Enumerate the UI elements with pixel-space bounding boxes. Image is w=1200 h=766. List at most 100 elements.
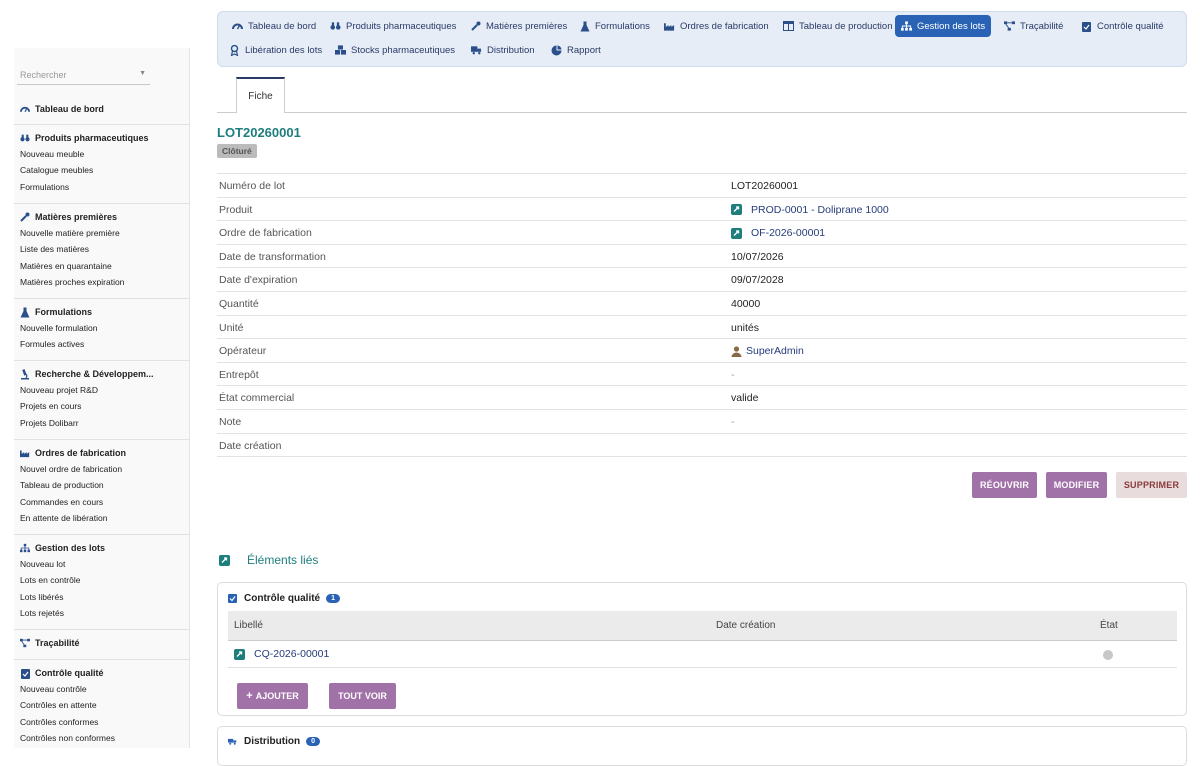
sidebar-item[interactable]: Nouvelle matière première — [14, 225, 190, 241]
sitemap-icon — [901, 21, 912, 32]
column-header-label[interactable]: Libellé — [234, 620, 263, 631]
field-value[interactable]: SuperAdmin — [731, 345, 804, 357]
nav-item-0[interactable]: Tableau de bord — [226, 15, 322, 37]
nav-item-label: Rapport — [567, 44, 601, 56]
field-row: Date d'expiration 09/07/2028 — [217, 268, 1187, 292]
field-value: - — [731, 416, 735, 428]
sidebar-section-title[interactable]: Ordres de fabrication — [14, 445, 190, 461]
linked-elements-title: Éléments liés — [219, 553, 318, 567]
nav-item-9[interactable]: Libération des lots — [223, 39, 328, 61]
nav-item-label: Libération des lots — [245, 44, 323, 56]
field-value-text: - — [731, 415, 735, 428]
nav-item-8[interactable]: Contrôle qualité — [1075, 15, 1170, 37]
field-value-text: SuperAdmin — [746, 345, 804, 358]
field-label: Quantité — [219, 297, 259, 310]
sidebar-item[interactable]: Projets Dolibarr — [14, 415, 190, 431]
field-label: Ordre de fabrication — [219, 227, 312, 240]
qc-row-link[interactable]: CQ-2026-00001 — [234, 648, 329, 660]
distribution-panel-header: Distribution 0 — [228, 736, 321, 747]
sidebar-item[interactable]: Commandes en cours — [14, 494, 190, 510]
field-row: Unité unités — [217, 316, 1187, 340]
field-value[interactable]: PROD-0001 - Doliprane 1000 — [731, 204, 889, 216]
field-value-text: 40000 — [731, 297, 761, 310]
sidebar-item[interactable]: Nouveau contrôle — [14, 681, 190, 697]
search-placeholder: Rechercher — [20, 70, 67, 80]
sidebar-item[interactable]: Matières en quarantaine — [14, 258, 190, 274]
sidebar-item[interactable]: Contrôles conformes — [14, 714, 190, 730]
binoculars-icon — [20, 133, 30, 143]
delete-button[interactable]: SUPPRIMER — [1116, 472, 1187, 498]
field-label: Unité — [219, 321, 244, 334]
sidebar-section-title[interactable]: Recherche & Développem... — [14, 366, 190, 382]
table-row[interactable]: CQ-2026-00001 — [228, 641, 1177, 668]
column-header-date[interactable]: Date création — [716, 620, 775, 631]
field-label: Date d'expiration — [219, 274, 298, 287]
sidebar-item[interactable]: Contrôles en attente — [14, 697, 190, 713]
field-value: valide — [731, 392, 758, 404]
column-header-state[interactable]: État — [1100, 620, 1118, 631]
sidebar-item[interactable]: Nouveau meuble — [14, 146, 190, 162]
nav-item-3[interactable]: Formulations — [573, 15, 656, 37]
link-object-icon — [731, 227, 742, 239]
sidebar-section-title[interactable]: Formulations — [14, 304, 190, 320]
add-button[interactable]: + AJOUTER — [237, 683, 308, 709]
sidebar-item[interactable]: Contrôles non conformes — [14, 730, 190, 746]
nav-item-11[interactable]: Distribution — [465, 39, 541, 61]
sidebar-item[interactable]: Formules actives — [14, 336, 190, 352]
tab-fiche[interactable]: Fiche — [236, 77, 285, 113]
qc-row-label[interactable]: CQ-2026-00001 — [254, 648, 329, 660]
field-label: Opérateur — [219, 345, 267, 358]
sidebar-section-title[interactable]: Produits pharmaceutiques — [14, 130, 190, 146]
sidebar-item[interactable]: Nouvelle formulation — [14, 320, 190, 336]
sidebar-section-title[interactable]: Gestion des lots — [14, 540, 190, 556]
sidebar-item[interactable]: Nouveau lot — [14, 556, 190, 572]
eyedropper-icon — [470, 21, 481, 32]
sidebar-item[interactable]: Formulations — [14, 179, 190, 195]
field-value: 10/07/2026 — [731, 251, 784, 263]
user-icon — [731, 346, 742, 357]
caret-down-icon[interactable]: ▼ — [139, 70, 146, 77]
sidebar-item[interactable]: Nouveau projet R&D — [14, 382, 190, 398]
sidebar-item[interactable]: Nouvel ordre de fabrication — [14, 461, 190, 477]
nav-item-5[interactable]: Tableau de production — [777, 15, 899, 37]
status-badge: Clôturé — [217, 144, 257, 158]
sidebar-section-title[interactable]: Tableau de bord — [14, 101, 190, 117]
nav-item-4[interactable]: Ordres de fabrication — [658, 15, 775, 37]
sidebar-item[interactable]: Projets en cours — [14, 398, 190, 414]
sidebar-item[interactable]: Lots rejetés — [14, 605, 190, 621]
sidebar-section-title[interactable]: Traçabilité — [14, 635, 190, 651]
field-row: Produit PROD-0001 - Doliprane 1000 — [217, 198, 1187, 222]
field-value: - — [731, 369, 735, 381]
nav-item-12[interactable]: Rapport — [545, 39, 607, 61]
sidebar-section-label: Matières premières — [35, 212, 118, 222]
reopen-button[interactable]: RÉOUVRIR — [972, 472, 1037, 498]
sidebar-section-title[interactable]: Matières premières — [14, 209, 190, 225]
nav-item-label: Distribution — [487, 44, 535, 56]
field-label: Date de transformation — [219, 250, 326, 263]
field-label: Produit — [219, 203, 253, 216]
nav-item-10[interactable]: Stocks pharmaceutiques — [329, 39, 461, 61]
sidebar-item[interactable]: Lots libérés — [14, 589, 190, 605]
field-row: Quantité 40000 — [217, 292, 1187, 316]
sidebar-item[interactable]: Matières proches expiration — [14, 274, 190, 290]
sidebar-item[interactable]: Catalogue meubles — [14, 162, 190, 178]
field-row: Opérateur SuperAdmin — [217, 339, 1187, 363]
sidebar-section-title[interactable]: Contrôle qualité — [14, 665, 190, 681]
sidebar-item[interactable]: Liste des matières — [14, 241, 190, 257]
top-navigation: Tableau de bord Produits pharmaceutiques M… — [217, 11, 1187, 67]
sidebar-item[interactable]: Tableau de production — [14, 477, 190, 493]
nav-item-label: Contrôle qualité — [1097, 20, 1164, 32]
search-select[interactable]: Rechercher ▼ — [17, 66, 150, 85]
sidebar-item[interactable]: En attente de libération — [14, 510, 190, 526]
see-all-button[interactable]: TOUT VOIR — [329, 683, 396, 709]
nav-item-6[interactable]: Gestion des lots — [895, 15, 992, 37]
field-value-text: PROD-0001 - Doliprane 1000 — [751, 203, 889, 216]
qc-panel-header: Contrôle qualité 1 — [228, 593, 341, 604]
field-value[interactable]: OF-2026-00001 — [731, 227, 825, 239]
nav-item-1[interactable]: Produits pharmaceutiques — [324, 15, 462, 37]
modify-button[interactable]: MODIFIER — [1046, 472, 1107, 498]
nav-item-7[interactable]: Traçabilité — [998, 15, 1069, 37]
sidebar-item[interactable]: Lots en contrôle — [14, 572, 190, 588]
left-sidebar: Rechercher ▼ Tableau de bord Produits pha… — [0, 0, 205, 748]
nav-item-2[interactable]: Matières premières — [464, 15, 573, 37]
